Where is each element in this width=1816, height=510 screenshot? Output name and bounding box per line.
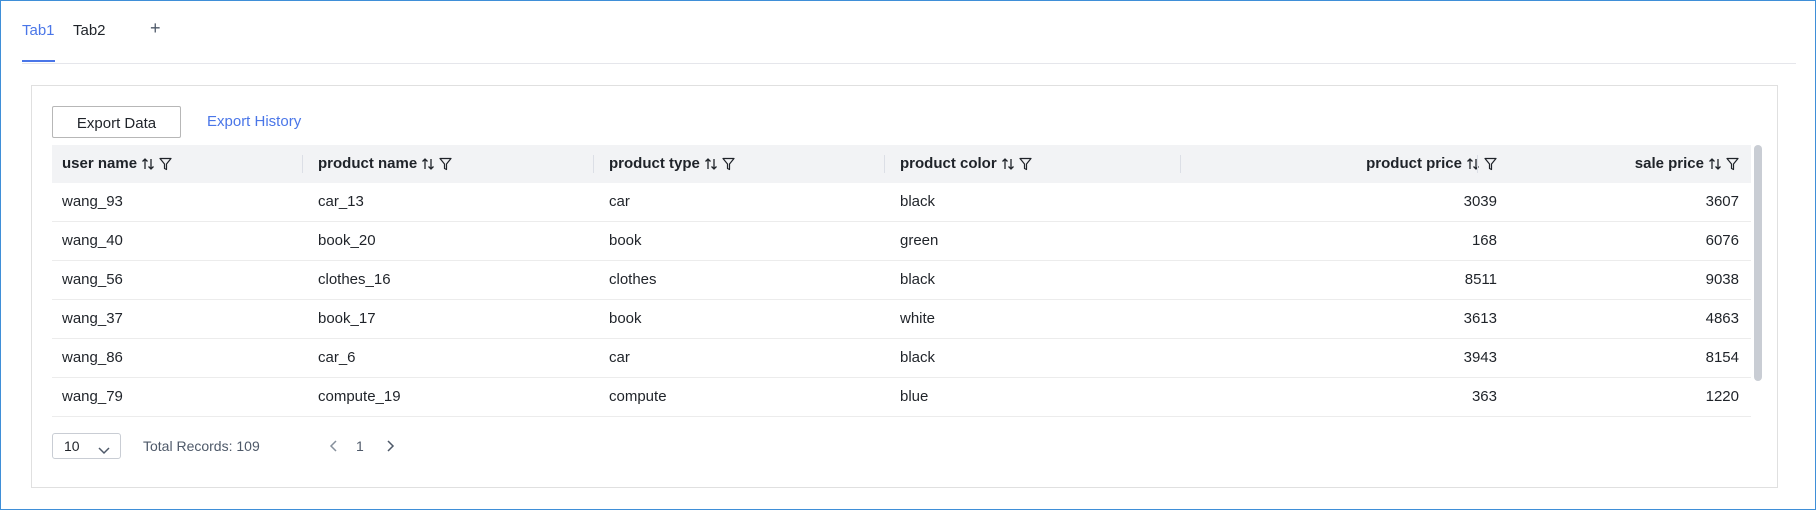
table-row[interactable]: wang_79 compute_19 compute blue 363 1220 [52,378,1751,417]
cell-product-price: 3943 [1463,349,1497,366]
table-scrollbar[interactable] [1754,145,1762,381]
cell-product-type: book [609,310,642,327]
filter-icon[interactable] [439,157,452,171]
cell-product-type: clothes [609,271,657,288]
sort-icon[interactable] [141,157,155,171]
cell-product-color: black [900,193,936,210]
column-header-user-name: user name [62,145,172,183]
column-divider[interactable] [1180,155,1181,173]
cell-product-type: book [609,232,642,249]
cell-sale-price: 9038 [1705,271,1739,288]
column-header-label: product type [609,155,700,172]
column-header-product-name: product name [318,145,452,183]
cell-product-color: black [900,271,936,288]
tab-tab2[interactable]: Tab2 [73,22,106,62]
cell-user-name: wang_40 [62,232,123,249]
next-page-icon[interactable] [385,439,395,458]
table-row[interactable]: wang_56 clothes_16 clothes black 8511 9038 [52,261,1751,300]
table-header: user name product name product type product… [52,145,1751,183]
cell-product-price: 3039 [1463,193,1497,210]
column-header-label: product name [318,155,418,172]
table-body: wang_93 car_13 car black 3039 3607 wang_40 book… [52,183,1751,417]
filter-icon[interactable] [722,157,735,171]
cell-product-color: green [900,232,939,249]
column-header-sale-price: sale price [1635,145,1739,183]
cell-user-name: wang_93 [62,193,123,210]
column-header-product-type: product type [609,145,735,183]
cell-sale-price: 6076 [1705,232,1739,249]
chevron-down-icon [98,442,110,458]
total-records: Total Records: 109 [143,438,260,454]
cell-product-price: 168 [1471,232,1497,249]
cell-product-price: 3613 [1463,310,1497,327]
export-history-link[interactable]: Export History [207,113,301,130]
cell-product-color: black [900,349,936,366]
cell-product-color: white [900,310,936,327]
data-table: user name product name product type product… [52,145,1751,417]
sort-icon[interactable] [421,157,435,171]
column-header-label: product price [1366,155,1462,172]
app-frame: Tab1 Tab2 + Export Data Export History u… [0,0,1816,510]
cell-product-name: book_17 [318,310,376,327]
prev-page-icon[interactable] [329,439,339,458]
cell-product-color: blue [900,388,929,405]
table-row[interactable]: wang_37 book_17 book white 3613 4863 [52,300,1751,339]
filter-icon[interactable] [1484,157,1497,171]
cell-user-name: wang_37 [62,310,123,327]
filter-icon[interactable] [1726,157,1739,171]
table-row[interactable]: wang_40 book_20 book green 168 6076 [52,222,1751,261]
cell-product-name: car_6 [318,349,356,366]
column-divider[interactable] [884,155,885,173]
cell-product-type: car [609,193,630,210]
cell-product-price: 363 [1471,388,1497,405]
column-header-label: sale price [1634,155,1704,172]
cell-product-name: clothes_16 [318,271,391,288]
export-data-button[interactable]: Export Data [52,106,181,138]
column-header-label: user name [62,155,138,172]
tab-tab1[interactable]: Tab1 [22,22,55,62]
cell-user-name: wang_56 [62,271,123,288]
filter-icon[interactable] [1019,157,1032,171]
add-tab-button[interactable]: + [150,18,161,39]
cell-product-name: compute_19 [318,388,401,405]
page-number-current[interactable]: 1 [356,438,364,454]
column-header-label: product color [900,155,997,172]
cell-sale-price: 4863 [1705,310,1739,327]
pagination: 10 Total Records: 109 1 [52,433,652,461]
cell-product-price: 8511 [1464,271,1497,288]
column-divider[interactable] [302,155,303,173]
column-divider[interactable] [593,155,594,173]
sort-icon[interactable] [704,157,718,171]
sort-icon[interactable] [1708,157,1722,171]
content-panel: Export Data Export History user name prod… [31,85,1778,488]
cell-product-name: car_13 [318,193,364,210]
cell-user-name: wang_86 [62,349,123,366]
cell-product-type: compute [609,388,667,405]
cell-sale-price: 3607 [1705,193,1739,210]
tab-bar: Tab1 Tab2 + [22,1,1796,64]
page-size-select[interactable]: 10 [52,433,121,459]
cell-user-name: wang_79 [62,388,123,405]
page-size-value: 10 [64,438,80,454]
table-row[interactable]: wang_86 car_6 car black 3943 8154 [52,339,1751,378]
cell-sale-price: 8154 [1705,349,1739,366]
table-row[interactable]: wang_93 car_13 car black 3039 3607 [52,183,1751,222]
filter-icon[interactable] [159,157,172,171]
column-header-product-color: product color [900,145,1032,183]
cell-product-type: car [609,349,630,366]
cell-sale-price: 1220 [1705,388,1739,405]
cell-product-name: book_20 [318,232,376,249]
column-divider[interactable] [1477,155,1478,173]
sort-icon[interactable] [1001,157,1015,171]
